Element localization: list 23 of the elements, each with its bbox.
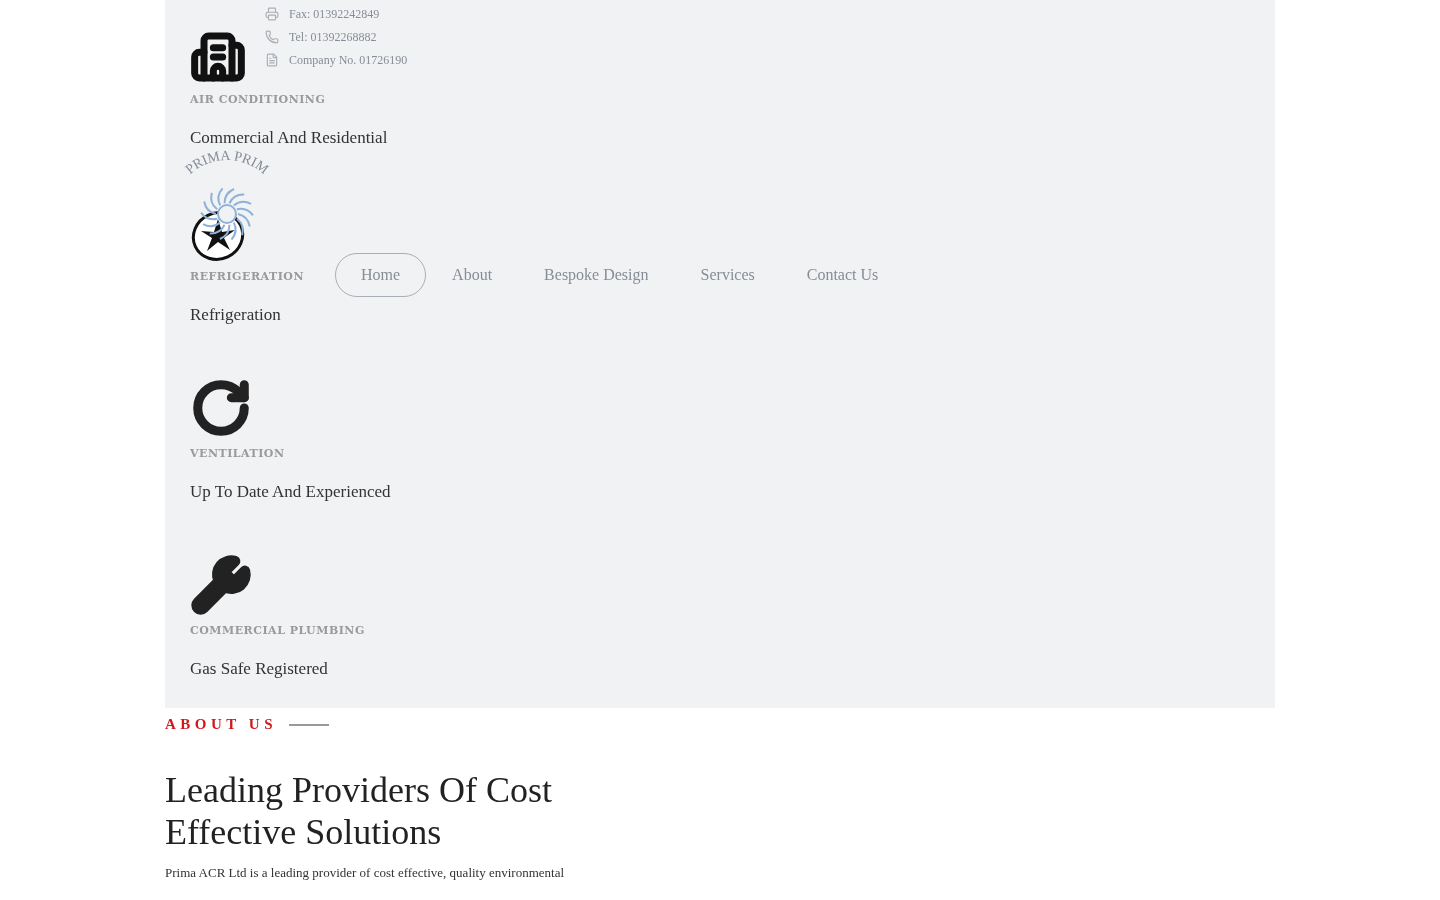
about-paragraph: Prima ACR Ltd is a leading provider of cost effective, quality environmental	[165, 865, 566, 881]
nav-link[interactable]: Services	[674, 253, 781, 297]
nav-link[interactable]: Contact Us	[780, 253, 905, 297]
contact-text: Company No. 01726190	[289, 52, 408, 68]
section-eyebrow: ABOUT US	[165, 716, 277, 733]
fax-icon	[265, 7, 279, 21]
service-title: AIR CONDITIONING	[190, 93, 326, 106]
section-heading: Leading Providers Of Cost Effective Solutions	[165, 769, 553, 853]
document-icon	[265, 53, 279, 67]
service-title: REFRIGERATION	[190, 270, 304, 283]
service-title: COMMERCIAL PLUMBING	[190, 624, 365, 637]
service-title: VENTILATION	[190, 447, 285, 460]
service-description: Refrigeration	[190, 305, 281, 325]
wrench-icon	[190, 554, 252, 616]
nav-link[interactable]: About	[426, 253, 519, 297]
contact-text: Tel: 01392268882	[289, 29, 377, 45]
phone-icon	[265, 30, 279, 44]
rotate-arrow-icon	[190, 377, 252, 439]
contact-text: Fax: 01392242849	[289, 6, 380, 22]
nav-link[interactable]: Bespoke Design	[518, 253, 675, 297]
service-description: Commercial And Residential	[190, 128, 388, 148]
service-description: Gas Safe Registered	[190, 659, 328, 679]
service-description: Up To Date And Experienced	[190, 482, 391, 502]
